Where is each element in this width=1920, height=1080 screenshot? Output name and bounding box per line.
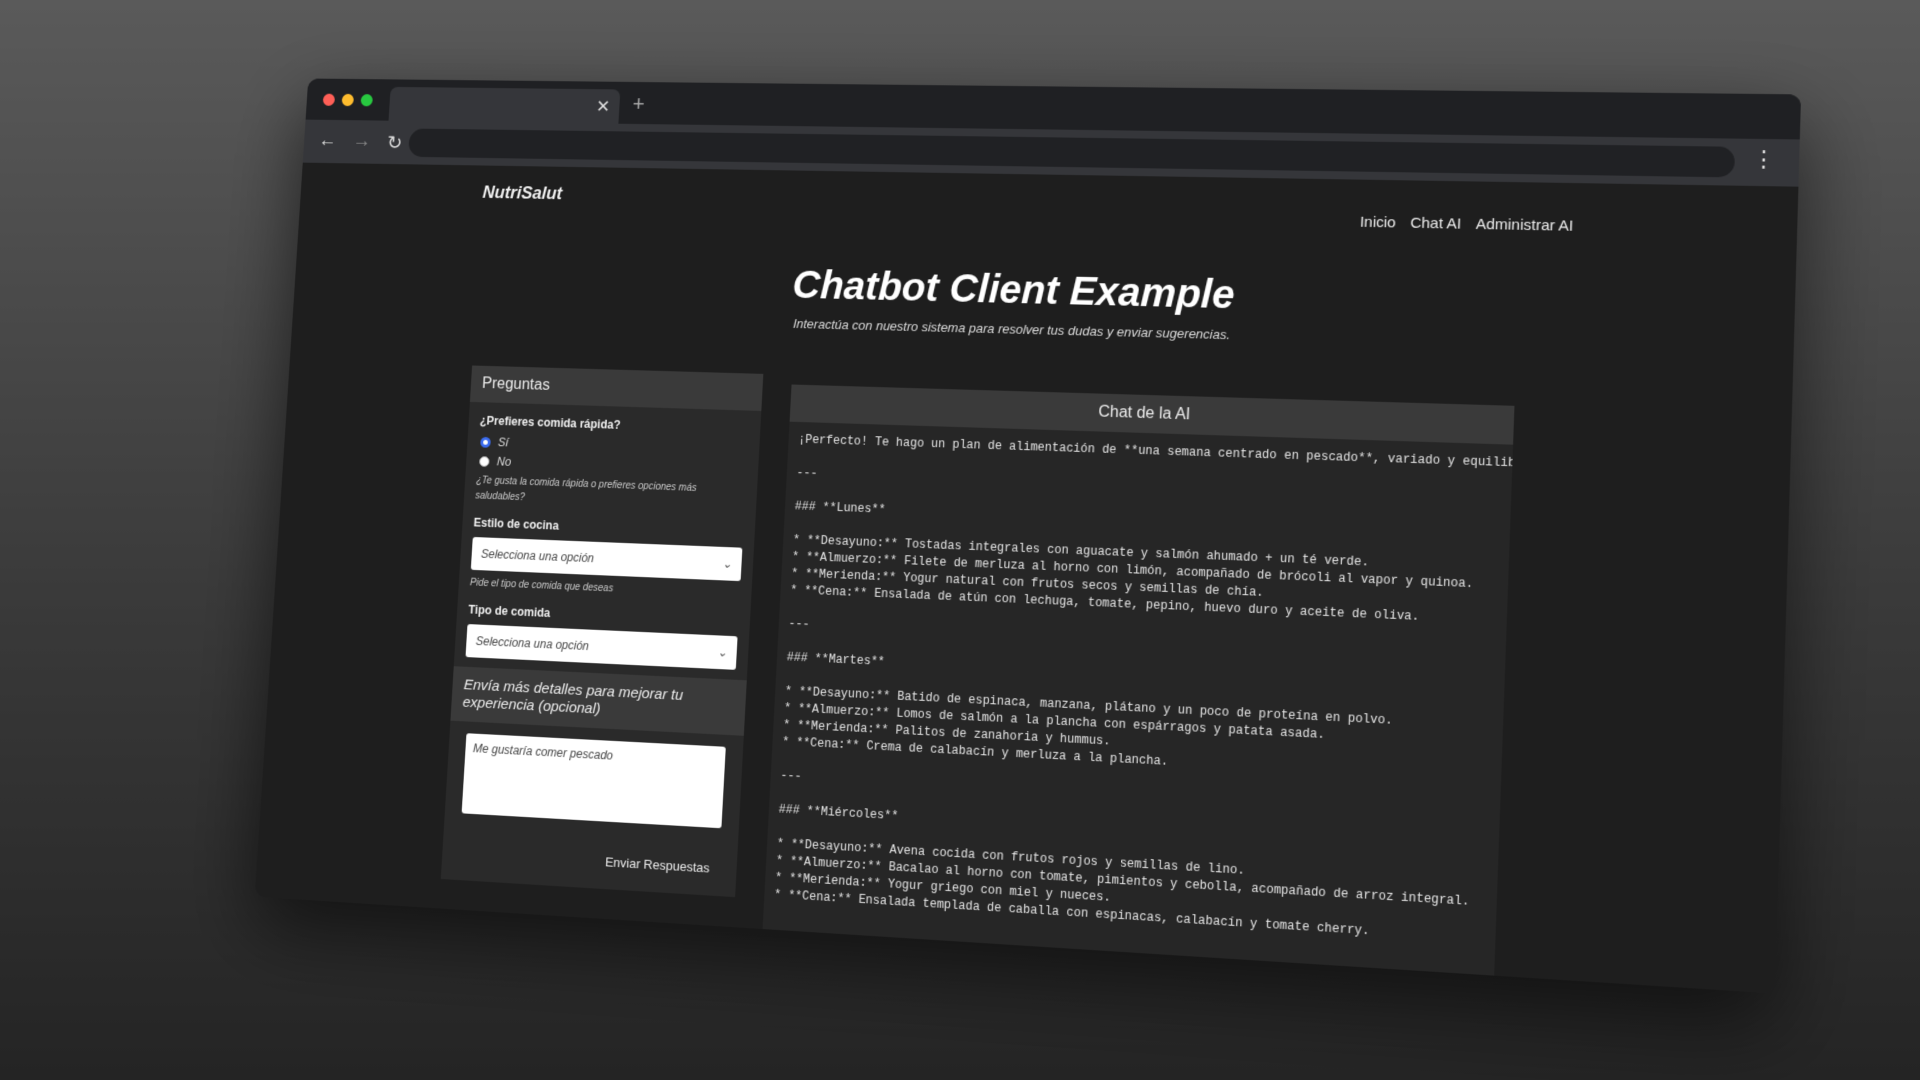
radio-button-si[interactable]: [480, 436, 491, 448]
chevron-down-icon: ⌄: [717, 645, 728, 660]
extra-details-header: Envía más detalles para mejorar tu exper…: [450, 666, 747, 736]
browser-window: ✕ + ← → ↻ ⋮ NutriSalut Inicio Chat AI Ad…: [254, 78, 1802, 994]
maximize-window-button[interactable]: [360, 94, 373, 107]
extra-details-textarea[interactable]: Me gustaría comer pescado: [461, 733, 726, 829]
window-controls: [322, 93, 373, 107]
cuisine-style-help-text: Pide el tipo de comida que deseas: [469, 577, 614, 595]
back-icon[interactable]: ←: [318, 130, 337, 154]
food-type-select[interactable]: Selecciona una opción ⌄: [465, 624, 738, 670]
forward-icon[interactable]: →: [352, 131, 371, 155]
nav-link-administrar-ai[interactable]: Administrar AI: [1475, 216, 1573, 235]
chevron-down-icon: ⌄: [721, 556, 733, 571]
fast-food-help-text: ¿Te gusta la comida rápida o prefieres o…: [474, 475, 697, 504]
page-viewport: NutriSalut Inicio Chat AI Administrar AI…: [254, 162, 1799, 994]
top-navigation: Inicio Chat AI Administrar AI: [1359, 214, 1573, 235]
cuisine-style-value: Selecciona una opción: [480, 546, 595, 566]
radio-option-si[interactable]: Sí: [480, 435, 746, 458]
radio-label-si: Sí: [497, 435, 509, 450]
nav-link-chat-ai[interactable]: Chat AI: [1410, 215, 1462, 233]
nav-link-inicio[interactable]: Inicio: [1359, 214, 1396, 232]
chat-panel: Chat de la AI ¡Perfecto! Te hago un plan…: [762, 384, 1515, 987]
radio-option-no[interactable]: No: [478, 454, 745, 477]
close-tab-icon[interactable]: ✕: [595, 97, 610, 117]
new-tab-icon[interactable]: +: [632, 91, 645, 116]
fast-food-question-label: ¿Prefieres comida rápida?: [479, 413, 621, 432]
cuisine-style-select[interactable]: Selecciona una opción ⌄: [470, 536, 743, 582]
cuisine-style-label: Estilo de cocina: [473, 515, 560, 533]
chat-messages: ¡Perfecto! Te hago un plan de alimentaci…: [763, 422, 1513, 959]
close-window-button[interactable]: [322, 93, 336, 106]
questions-header: Preguntas: [469, 365, 764, 411]
minimize-window-button[interactable]: [341, 93, 355, 107]
radio-label-no: No: [496, 454, 512, 469]
reload-icon[interactable]: ↻: [386, 131, 403, 155]
food-type-label: Tipo de comida: [467, 602, 551, 620]
submit-answers-button[interactable]: Enviar Respuestas: [605, 854, 710, 875]
questions-panel: Preguntas ¿Prefieres comida rápida? Sí N…: [440, 365, 764, 898]
screenshot-stage: ✕ + ← → ↻ ⋮ NutriSalut Inicio Chat AI Ad…: [0, 0, 1920, 1080]
browser-tab[interactable]: ✕: [388, 86, 621, 124]
food-type-value: Selecciona una opción: [475, 634, 590, 654]
menu-icon[interactable]: ⋮: [1752, 146, 1776, 172]
navigation-buttons: ← → ↻: [318, 130, 403, 155]
site-brand[interactable]: NutriSalut: [482, 183, 563, 204]
radio-button-no[interactable]: [478, 455, 490, 467]
